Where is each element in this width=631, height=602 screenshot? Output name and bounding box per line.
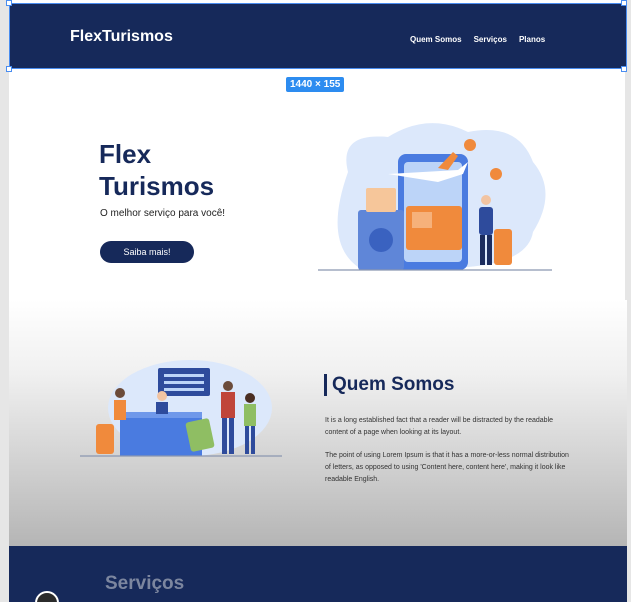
logo-text[interactable]: FlexTurismos	[70, 28, 173, 46]
resize-handle-top-left[interactable]	[6, 0, 12, 6]
travel-phone-illustration	[318, 123, 552, 271]
airport-checkin-illustration	[80, 360, 282, 457]
nav-link-quem-somos[interactable]: Quem Somos	[410, 35, 462, 44]
services-title: Serviços	[105, 573, 185, 594]
hero-title: Flex Turismos	[99, 139, 215, 201]
resize-handle-bottom-right[interactable]	[621, 66, 627, 72]
nav-link-servicos[interactable]: Serviços	[474, 35, 507, 44]
about-title: Quem Somos	[332, 374, 455, 395]
saiba-mais-button[interactable]: Saiba mais!	[100, 241, 194, 263]
frame-size-badge: 1440 × 155	[286, 77, 345, 92]
about-paragraph-2: The point of using Lorem Ipsum is that i…	[325, 452, 569, 483]
nav-link-planos[interactable]: Planos	[519, 35, 545, 44]
resize-handle-top-right[interactable]	[621, 0, 627, 6]
hero-subtitle: O melhor serviço para você!	[100, 208, 226, 219]
about-paragraph-1: It is a long established fact that a rea…	[325, 417, 554, 436]
section-title-accent	[324, 374, 327, 396]
resize-handle-bottom-left[interactable]	[6, 66, 12, 72]
canvas-edge-left	[0, 0, 9, 602]
main-nav: Quem Somos Serviços Planos	[410, 35, 545, 44]
services-section: Serviços	[9, 546, 627, 602]
site-header[interactable]: FlexTurismos Quem Somos Serviços Planos	[9, 3, 627, 69]
